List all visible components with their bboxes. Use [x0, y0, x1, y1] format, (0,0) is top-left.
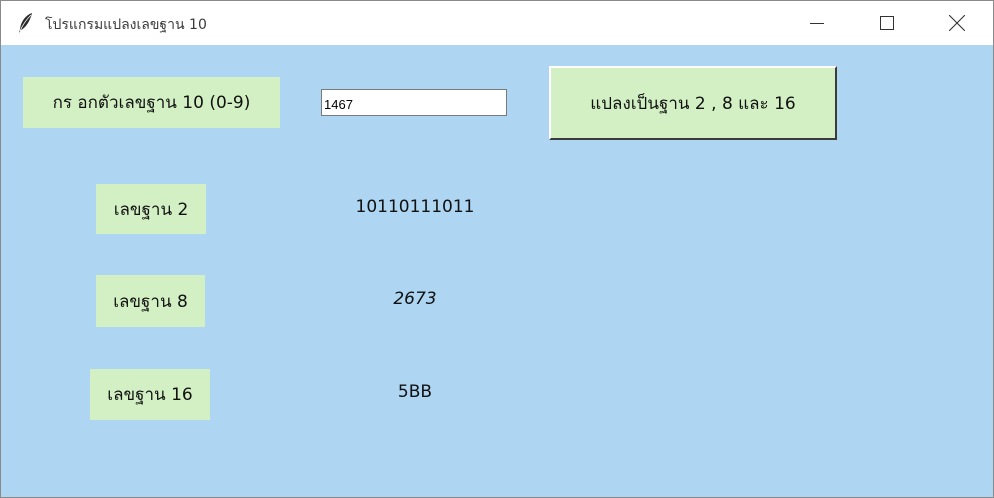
minimize-icon	[810, 16, 824, 30]
base2-value: 10110111011	[355, 197, 475, 217]
feather-icon	[17, 12, 35, 34]
maximize-icon	[880, 16, 894, 30]
title-bar[interactable]: โปรแกรมแปลงเลขฐาน 10	[1, 1, 993, 45]
decimal-input-field[interactable]	[321, 89, 507, 116]
convert-button[interactable]: แปลงเป็นฐาน 2 , 8 และ 16	[549, 66, 837, 140]
base8-label: เลขฐาน 8	[96, 275, 205, 327]
window-title: โปรแกรมแปลงเลขฐาน 10	[45, 17, 207, 33]
base2-label: เลขฐาน 2	[96, 184, 206, 234]
minimize-button[interactable]	[787, 1, 847, 45]
base16-value: 5BB	[397, 382, 433, 402]
main-panel: กร อกตัวเลขฐาน 10 (0-9) แปลงเป็นฐาน 2 , …	[1, 45, 993, 497]
app-window: โปรแกรมแปลงเลขฐาน 10 กร อกตัวเลขฐาน 10 (…	[0, 0, 994, 498]
maximize-button[interactable]	[857, 1, 917, 45]
base16-label: เลขฐาน 16	[90, 369, 210, 420]
close-button[interactable]	[927, 1, 987, 45]
close-icon	[949, 15, 965, 31]
decimal-input-label: กร อกตัวเลขฐาน 10 (0-9)	[23, 77, 280, 128]
base8-value: 2673	[393, 289, 437, 309]
